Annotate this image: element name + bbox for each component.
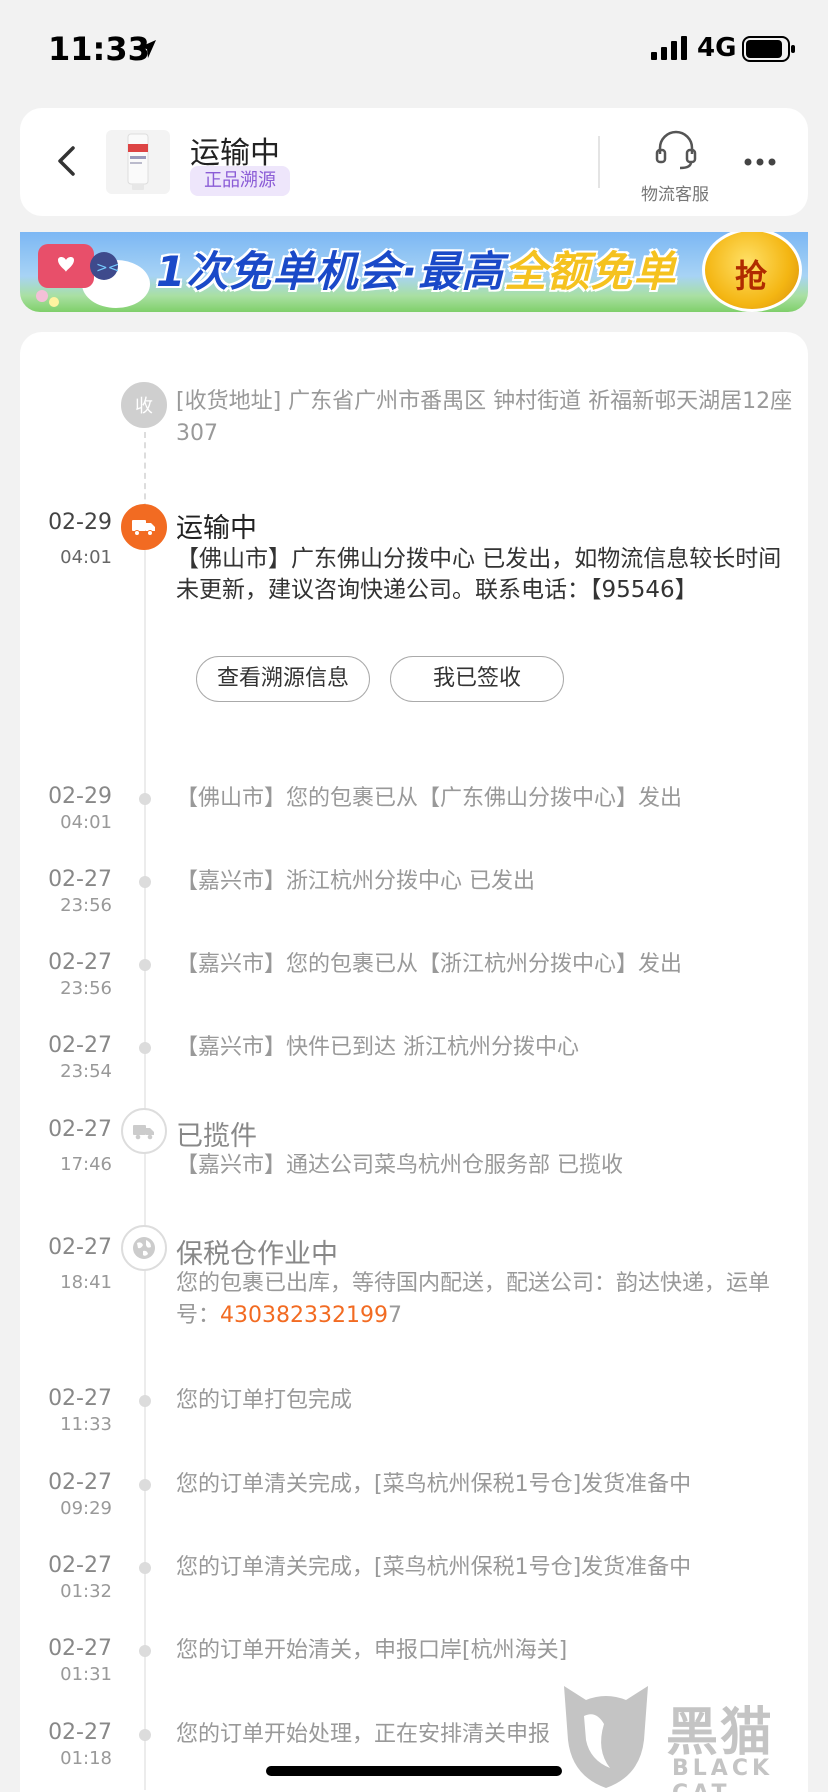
location-arrow-icon (138, 40, 156, 58)
cellular-signal-icon (651, 36, 687, 60)
tracking-number[interactable]: 430382332199 (220, 1303, 388, 1328)
event-date: 02-27 (48, 867, 112, 892)
event-text: 您的订单开始清关，申报口岸[杭州海关] (176, 1638, 568, 1663)
event-text: 【佛山市】您的包裹已从【广东佛山分拨中心】发出 (176, 786, 683, 811)
watermark: 黑猫 BLACK CAT (556, 1680, 828, 1792)
timeline-dot (139, 876, 151, 888)
event-date: 02-27 (48, 1235, 112, 1260)
delivery-address: [收货地址] 广东省广州市番禺区 钟村街道 祈福新邨天湖居12座307 (176, 389, 793, 446)
globe-icon (121, 1225, 167, 1271)
event-date: 02-27 (48, 1553, 112, 1578)
confirm-receipt-button[interactable]: 我已签收 (390, 656, 564, 702)
event-date: 02-27 (48, 1636, 112, 1661)
event-text: 您的订单打包完成 (176, 1388, 353, 1413)
product-thumbnail[interactable] (106, 130, 170, 194)
timeline-dot (139, 1562, 151, 1574)
event-time: 04:01 (60, 547, 112, 568)
event-text: 您的订单清关完成，[菜鸟杭州保税1号仓]发货准备中 (176, 1555, 692, 1580)
event-date: 02-29 (48, 784, 112, 809)
pickup-text: 【嘉兴市】通达公司菜鸟杭州仓服务部 已揽收 (176, 1153, 623, 1178)
event-date: 02-27 (48, 1470, 112, 1495)
status-time: 11:33 (48, 30, 150, 68)
view-trace-button[interactable]: 查看溯源信息 (196, 656, 370, 702)
event-time: 04:01 (60, 812, 112, 833)
svg-text:><: >< (96, 260, 119, 276)
event-date: 02-27 (48, 950, 112, 975)
back-chevron-icon[interactable] (42, 136, 92, 186)
more-icon[interactable] (736, 144, 784, 180)
current-status-text: 【佛山市】广东佛山分拨中心 已发出，如物流信息较长时间未更新，建议咨询快递公司。… (176, 546, 782, 603)
event-time: 01:32 (60, 1581, 112, 1602)
timeline-dot (139, 793, 151, 805)
event-time: 17:46 (60, 1154, 112, 1175)
event-text: 【嘉兴市】浙江杭州分拨中心 已发出 (176, 869, 535, 894)
watermark-cn: 黑猫 (666, 1703, 775, 1763)
warehouse-text: 您的包裹已出库，等待国内配送，配送公司：韵达快递，运单号：43038233219… (176, 1271, 771, 1328)
grab-button[interactable]: 抢 (702, 232, 802, 312)
event-time: 11:33 (60, 1414, 112, 1435)
banner-mascot-icon: >< (36, 244, 150, 308)
customer-service-label: 物流客服 (641, 185, 709, 205)
authentic-trace-tag[interactable]: 正品溯源 (190, 166, 290, 196)
event-text: 【嘉兴市】您的包裹已从【浙江杭州分拨中心】发出 (176, 952, 683, 977)
black-cat-logo-icon (564, 1686, 648, 1788)
banner-headline: 1次免单机会·最高全额免单 (156, 247, 677, 296)
timeline-dot (139, 1729, 151, 1741)
timeline-dot (139, 1479, 151, 1491)
event-date: 02-29 (48, 510, 112, 535)
event-time: 23:54 (60, 1061, 112, 1082)
customer-service-button[interactable]: 物流客服 (612, 124, 732, 205)
network-type: 4G (697, 33, 737, 63)
promo-banner[interactable]: >< 1次免单机会·最高全额免单 抢 (20, 232, 808, 312)
logistics-timeline: 收 [收货地址] 广东省广州市番禺区 钟村街道 祈福新邨天湖居12座307 02… (20, 332, 808, 1792)
header-card: 运输中 正品溯源 物流客服 (20, 108, 808, 216)
event-time: 01:18 (60, 1748, 112, 1769)
event-time: 18:41 (60, 1272, 112, 1293)
grab-label: 抢 (735, 257, 768, 295)
header-divider (598, 136, 600, 188)
event-date: 02-27 (48, 1386, 112, 1411)
receive-node-icon: 收 (121, 382, 167, 428)
truck-icon (121, 504, 167, 550)
event-text: 您的订单清关完成，[菜鸟杭州保税1号仓]发货准备中 (176, 1472, 692, 1497)
warehouse-title: 保税仓作业中 (176, 1239, 338, 1270)
pickup-title: 已揽件 (176, 1121, 257, 1152)
current-status-title: 运输中 (176, 513, 257, 544)
timeline-dot (139, 1042, 151, 1054)
event-date: 02-27 (48, 1720, 112, 1745)
headset-icon (655, 130, 697, 170)
status-bar: 11:33 4G (0, 0, 828, 96)
receive-node-label: 收 (135, 396, 153, 417)
timeline-line (144, 550, 146, 1790)
event-time: 23:56 (60, 895, 112, 916)
event-time: 09:29 (60, 1498, 112, 1519)
watermark-en: BLACK CAT (672, 1756, 774, 1792)
event-date: 02-27 (48, 1117, 112, 1142)
timeline-dot (139, 959, 151, 971)
pickup-truck-icon (121, 1108, 167, 1154)
battery-icon (742, 36, 795, 62)
timeline-dot (139, 1645, 151, 1657)
timeline-dot (139, 1395, 151, 1407)
event-time: 23:56 (60, 978, 112, 999)
event-date: 02-27 (48, 1033, 112, 1058)
home-indicator[interactable] (266, 1766, 562, 1776)
event-text: 【嘉兴市】快件已到达 浙江杭州分拨中心 (176, 1035, 579, 1060)
event-time: 01:31 (60, 1664, 112, 1685)
